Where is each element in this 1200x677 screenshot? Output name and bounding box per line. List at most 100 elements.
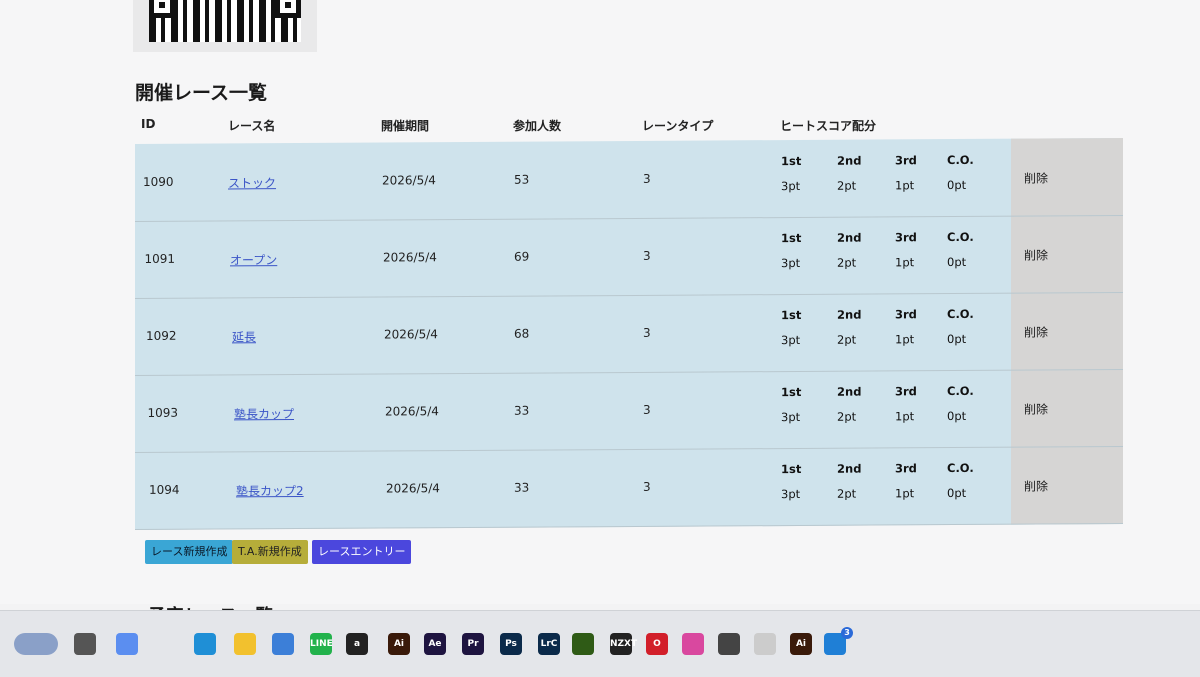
photoshop-label: Ps xyxy=(505,639,517,649)
app-store-icon[interactable] xyxy=(682,633,704,655)
photoshop-icon[interactable]: Ps xyxy=(500,633,522,655)
line-label: LINE xyxy=(310,639,333,649)
illustrator-icon[interactable]: Ai xyxy=(388,633,410,655)
score-value: 1pt xyxy=(895,486,915,501)
copilot-icon[interactable] xyxy=(116,633,138,655)
score-value: 3pt xyxy=(781,255,801,271)
taskview-icon[interactable] xyxy=(74,633,96,655)
score-value: 1pt xyxy=(895,178,915,193)
opera-label: O xyxy=(653,639,661,649)
remote-desktop-icon[interactable]: 3 xyxy=(824,627,853,655)
score-value: 2pt xyxy=(837,255,857,270)
edge-icon[interactable] xyxy=(194,633,216,655)
inkscape-icon[interactable] xyxy=(718,633,740,655)
cell-id: 1092 xyxy=(146,328,177,343)
after-effects-icon[interactable]: Ae xyxy=(424,633,446,655)
score-label: C.O. xyxy=(947,229,974,245)
score-label: 1st xyxy=(781,307,802,323)
delete-button[interactable]: 削除 xyxy=(1024,246,1048,263)
delete-button[interactable]: 削除 xyxy=(1024,477,1048,494)
cell-participants: 68 xyxy=(514,326,530,341)
table-row: 1091 オープン 2026/5/4 69 3 1st 3pt 2nd 2pt 3rd 1pt C.O… xyxy=(135,214,1123,300)
heat-score-grid: 1st 3pt 2nd 2pt 3rd 1pt C.O. 0pt xyxy=(781,153,1011,204)
score-label: 1st xyxy=(781,384,802,400)
score-value: 0pt xyxy=(947,254,967,270)
illustrator-2-label: Ai xyxy=(795,639,807,649)
new-ta-button[interactable]: T.A.新規作成 xyxy=(232,540,308,564)
score-label: C.O. xyxy=(947,460,974,476)
score-value: 2pt xyxy=(837,178,857,193)
score-label: 3rd xyxy=(895,307,917,322)
widgets-icon[interactable] xyxy=(14,633,58,655)
nvidia-icon[interactable] xyxy=(572,633,594,655)
nzxt-icon[interactable]: NZXT xyxy=(610,633,637,655)
delete-button[interactable]: 削除 xyxy=(1024,169,1048,186)
score-label: 2nd xyxy=(837,307,862,322)
score-value: 1pt xyxy=(895,255,915,270)
qr-finder-left xyxy=(149,0,175,18)
score-value: 3pt xyxy=(781,178,801,194)
col-id: ID xyxy=(141,117,156,131)
table-row: 1093 塾長カップ 2026/5/4 33 3 1st 3pt 2nd 2pt 3rd 1pt C.… xyxy=(135,368,1123,454)
score-label: 2nd xyxy=(837,461,862,476)
race-table: 1090 ストック 2026/5/4 53 3 1st 3pt 2nd 2pt 3rd 1pt C.O… xyxy=(135,137,1123,531)
cell-participants: 33 xyxy=(514,480,530,495)
opera-icon[interactable]: O xyxy=(646,633,668,655)
cell-id: 1094 xyxy=(149,482,180,497)
lightroom-classic-icon[interactable]: LrC xyxy=(538,633,560,655)
cell-id: 1090 xyxy=(143,174,174,189)
table-row: 1090 ストック 2026/5/4 53 3 1st 3pt 2nd 2pt 3rd 1pt C.O… xyxy=(135,137,1123,223)
race-name-link[interactable]: 塾長カップ xyxy=(234,405,294,422)
race-name-link[interactable]: オープン xyxy=(230,251,277,268)
cell-date: 2026/5/4 xyxy=(382,173,436,188)
new-race-button[interactable]: レース新規作成 xyxy=(145,540,234,564)
race-name-link[interactable]: 塾長カップ2 xyxy=(236,482,304,499)
illustrator-label: Ai xyxy=(393,639,405,649)
app-launcher-icon[interactable] xyxy=(754,633,776,655)
cell-id: 1091 xyxy=(144,251,176,266)
score-value: 0pt xyxy=(947,408,967,424)
score-label: C.O. xyxy=(947,306,974,322)
cell-participants: 33 xyxy=(514,403,530,418)
cell-participants: 53 xyxy=(514,172,530,187)
heat-score-grid: 1st 3pt 2nd 2pt 3rd 1pt C.O. 0pt xyxy=(781,230,1011,281)
score-label: 3rd xyxy=(895,153,917,168)
delete-button[interactable]: 削除 xyxy=(1024,323,1048,340)
col-period: 開催期間 xyxy=(381,119,430,133)
table-row: 1092 延長 2026/5/4 68 3 1st 3pt 2nd 2pt 3rd 1pt C.O. 0… xyxy=(135,291,1123,377)
score-label: 2nd xyxy=(837,153,862,168)
notification-badge: 3 xyxy=(841,627,853,639)
delete-button[interactable]: 削除 xyxy=(1024,400,1048,417)
score-value: 2pt xyxy=(837,332,857,347)
cell-date: 2026/5/4 xyxy=(386,481,440,496)
score-label: 2nd xyxy=(837,230,862,245)
score-value: 3pt xyxy=(781,409,801,425)
race-name-link[interactable]: 延長 xyxy=(232,328,256,345)
race-name-link[interactable]: ストック xyxy=(228,174,276,191)
score-label: 1st xyxy=(781,153,802,169)
cell-lane-type: 3 xyxy=(643,325,651,340)
premiere-icon[interactable]: Pr xyxy=(462,633,484,655)
score-value: 0pt xyxy=(947,177,967,193)
qr-finder-right xyxy=(275,0,301,18)
score-value: 0pt xyxy=(947,485,967,501)
cell-date: 2026/5/4 xyxy=(384,327,438,342)
score-value: 1pt xyxy=(895,332,915,347)
score-value: 3pt xyxy=(781,332,801,348)
race-entry-button[interactable]: レースエントリー xyxy=(312,540,412,564)
score-label: 3rd xyxy=(895,384,917,399)
page: 開催レース一覧 ID レース名 開催期間 参加人数 レーンタイプ ヒートスコア配… xyxy=(0,0,1200,627)
col-participants: 参加人数 xyxy=(513,119,562,133)
lightroom-classic-label: LrC xyxy=(540,639,558,649)
line-icon[interactable]: LINE xyxy=(310,633,333,655)
table-row: 1094 塾長カップ2 2026/5/4 33 3 1st 3pt 2nd 2pt 3rd 1pt C… xyxy=(135,445,1123,531)
after-effects-label: Ae xyxy=(428,639,442,649)
score-label: 1st xyxy=(781,230,802,246)
notepad-icon[interactable] xyxy=(272,633,294,655)
illustrator-2-icon[interactable]: Ai xyxy=(790,633,812,655)
amazon-icon[interactable]: a xyxy=(346,633,368,655)
score-value: 0pt xyxy=(947,331,967,347)
cell-lane-type: 3 xyxy=(643,171,651,186)
file-explorer-icon[interactable] xyxy=(234,633,256,655)
cell-lane-type: 3 xyxy=(643,479,651,494)
